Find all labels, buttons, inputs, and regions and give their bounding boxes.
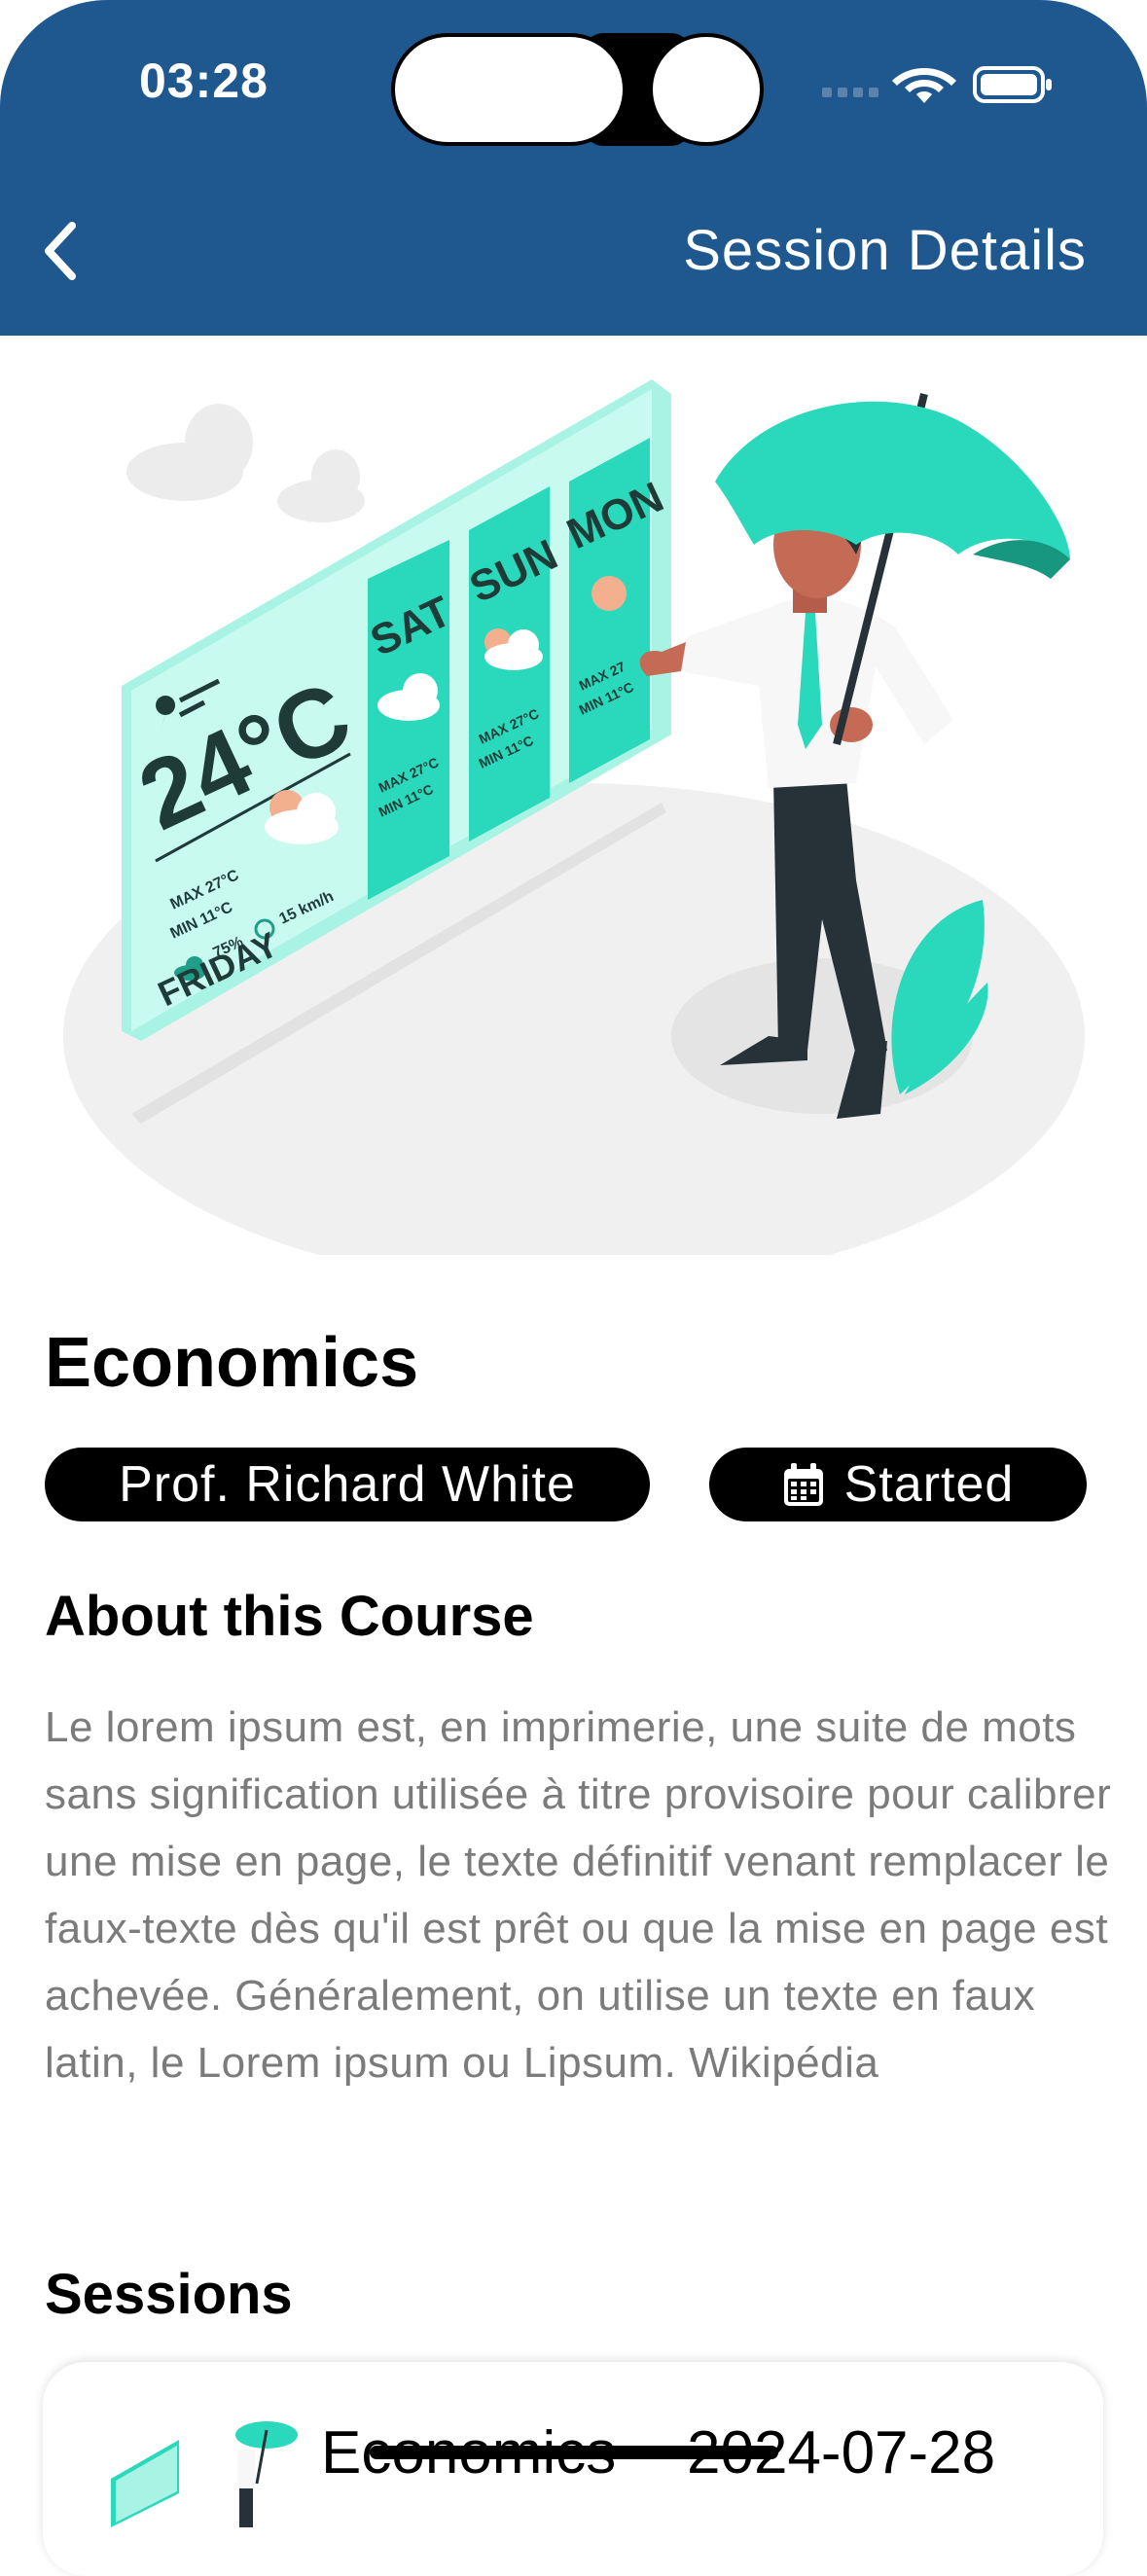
cloud-icon [126, 404, 365, 522]
battery-icon [973, 66, 1052, 103]
page-title: Session Details [683, 219, 1087, 282]
partly-cloudy-icon [484, 628, 543, 670]
about-heading: About this Course [45, 1585, 534, 1648]
forecast-card-sun: SUN MAX 27°C MIN 11°C [463, 486, 564, 841]
dynamic-island-right [649, 33, 764, 146]
professor-name: Prof. Richard White [119, 1456, 576, 1513]
about-description: Le lorem ipsum est, en imprimerie, une s… [45, 1703, 1112, 2087]
status-icons [822, 66, 1052, 103]
sun-icon [591, 576, 627, 611]
sessions-heading: Sessions [45, 2263, 293, 2326]
status-label: Started [843, 1456, 1015, 1513]
back-button[interactable] [35, 216, 93, 286]
cellular-signal-icon [822, 88, 878, 97]
session-thumbnail [111, 2421, 298, 2527]
session-card[interactable]: Economics 2024-07-28 [43, 2362, 1103, 2576]
dynamic-island-left [391, 33, 627, 146]
course-illustration: SAT MAX 27°C MIN 11°C SUN MAX 27°C MIN 1… [0, 336, 1147, 1255]
home-indicator[interactable] [370, 2446, 778, 2459]
status-time: 03:28 [139, 54, 269, 108]
professor-chip: Prof. Richard White [45, 1448, 650, 1521]
course-title: Economics [45, 1324, 419, 1402]
app-header: 03:28 Session Details [0, 0, 1147, 336]
wifi-icon [892, 68, 956, 103]
partly-cloudy-icon [265, 790, 339, 844]
calendar-icon [783, 1463, 823, 1506]
status-chip: Started [709, 1448, 1087, 1521]
forecast-card-sat: SAT MAX 27°C MIN 11°C [364, 540, 458, 900]
umbrella-icon [715, 401, 1070, 579]
chevron-left-icon [45, 222, 76, 280]
